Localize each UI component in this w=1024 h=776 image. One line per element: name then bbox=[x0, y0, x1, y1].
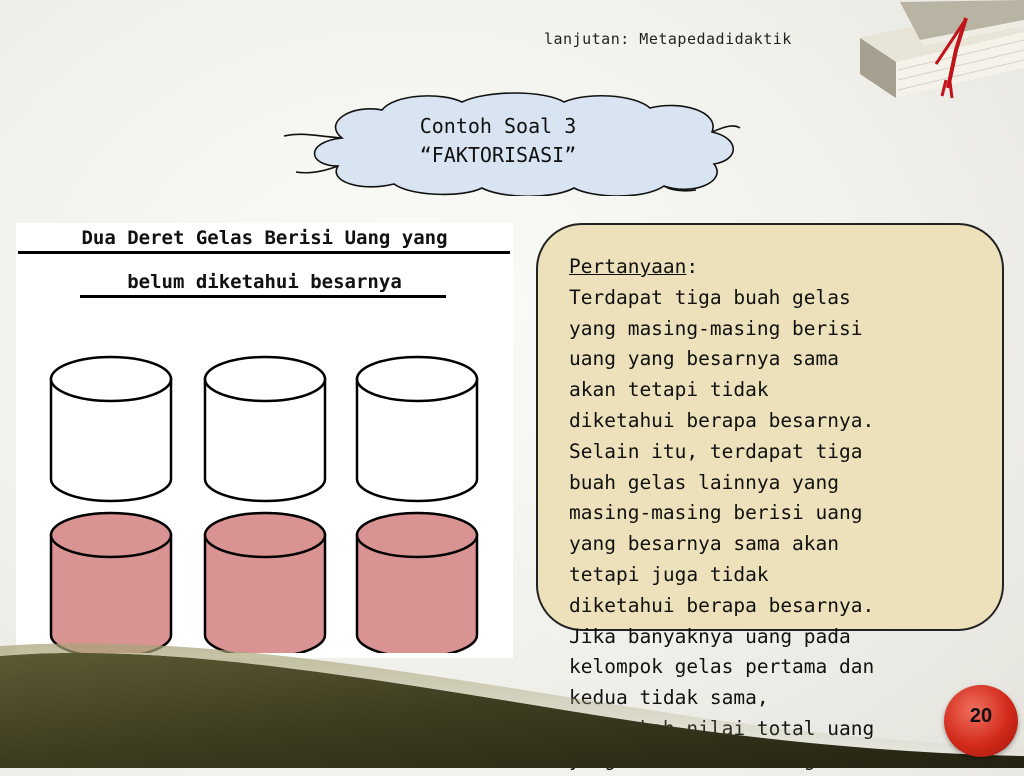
question-label: Pertanyaan bbox=[569, 255, 687, 278]
glasses-figure: Dua Deret Gelas Berisi Uang yang belum d… bbox=[16, 223, 513, 658]
cloud-title-line1: Contoh Soal 3 bbox=[419, 114, 577, 138]
cloud-title: Contoh Soal 3 “FAKTORISASI” bbox=[300, 112, 696, 170]
glasses-group bbox=[49, 355, 479, 653]
cloud-title-line2: “FAKTORISASI” bbox=[419, 143, 577, 167]
slide-header-title: lanjutan: Metapedadidaktik bbox=[544, 30, 792, 48]
figure-title-line2: belum diketahui besarnya bbox=[127, 271, 402, 293]
glass-row1-1 bbox=[49, 355, 173, 503]
figure-title-underline-2 bbox=[80, 295, 446, 298]
figure-title-underline-1 bbox=[18, 251, 510, 254]
glass-row1-2 bbox=[203, 355, 327, 503]
question-label-colon: : bbox=[686, 255, 699, 278]
floor-decoration bbox=[0, 643, 1024, 768]
figure-title-line1: Dua Deret Gelas Berisi Uang yang bbox=[81, 227, 448, 249]
page-number: 20 bbox=[969, 705, 993, 727]
glass-row1-3 bbox=[355, 355, 479, 503]
books-icon bbox=[860, 0, 1024, 99]
